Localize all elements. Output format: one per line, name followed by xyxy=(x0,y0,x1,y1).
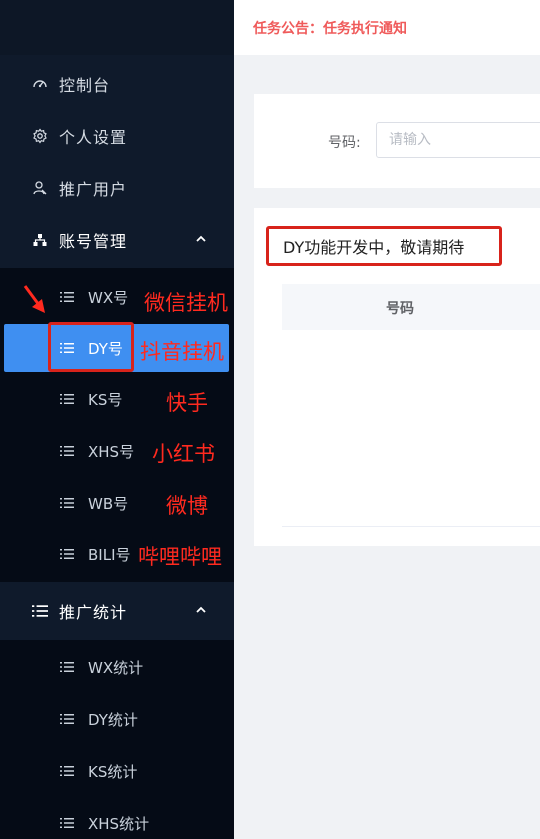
sidebar: 控制台 个人设置 推广用户 账号管理 WX号 DY号 KS号 XHS号 WB号 … xyxy=(0,0,234,839)
annotation-dy: 抖音挂机 xyxy=(140,340,224,364)
phone-number-input[interactable] xyxy=(376,122,540,158)
column-header-number[interactable]: 号码 xyxy=(386,298,414,318)
phone-number-label: 号码: xyxy=(328,135,361,151)
list-icon xyxy=(60,289,76,305)
table-divider xyxy=(282,526,540,527)
logo-area xyxy=(0,0,234,55)
list-icon xyxy=(60,763,76,779)
sidebar-item-label: WX号 xyxy=(88,288,129,307)
sidebar-item-wx-stats[interactable]: WX统计 xyxy=(0,643,234,691)
list-icon xyxy=(60,443,76,459)
org-chart-icon xyxy=(31,231,49,249)
chevron-up-icon xyxy=(196,606,206,613)
sidebar-item-dy-stats[interactable]: DY统计 xyxy=(0,695,234,743)
sidebar-item-label: WX统计 xyxy=(88,658,144,677)
announcement-text[interactable]: 任务公告：任务执行通知 xyxy=(253,18,407,38)
list-icon xyxy=(31,602,49,620)
dashboard-icon xyxy=(31,75,49,93)
sidebar-item-label: 个人设置 xyxy=(59,128,128,147)
sidebar-item-dashboard[interactable]: 控制台 xyxy=(0,58,234,110)
sidebar-item-label: XHS统计 xyxy=(88,814,150,833)
list-icon xyxy=(60,659,76,675)
sidebar-item-ks-stats[interactable]: KS统计 xyxy=(0,747,234,795)
sidebar-group-label: 推广统计 xyxy=(59,603,128,622)
sidebar-item-label: 推广用户 xyxy=(59,180,128,199)
red-arrow-icon xyxy=(23,285,45,313)
sidebar-item-label: 控制台 xyxy=(59,76,111,95)
annotation-wx: 微信挂机 xyxy=(144,291,228,315)
annotation-bili: 哔哩哔哩 xyxy=(138,545,222,569)
list-icon xyxy=(60,711,76,727)
list-icon xyxy=(60,815,76,831)
sidebar-item-label: KS统计 xyxy=(88,762,138,781)
sidebar-group-account-management[interactable]: 账号管理 xyxy=(0,214,234,266)
sidebar-item-promo-users[interactable]: 推广用户 xyxy=(0,162,234,214)
list-icon xyxy=(60,495,76,511)
search-panel: 号码: xyxy=(254,94,540,188)
sidebar-group-label: 账号管理 xyxy=(59,232,128,251)
annotation-wb: 微博 xyxy=(166,494,208,518)
sidebar-item-label: DY统计 xyxy=(88,710,138,729)
sidebar-item-label: BILI号 xyxy=(88,545,131,564)
sidebar-item-xhs-stats[interactable]: XHS统计 xyxy=(0,799,234,839)
table-header: 号码 xyxy=(282,284,540,330)
list-icon xyxy=(60,391,76,407)
annotation-xhs: 小红书 xyxy=(152,442,215,466)
annotation-ks: 快手 xyxy=(166,391,208,415)
table-panel: DY功能开发中，敬请期待 号码 xyxy=(254,208,540,546)
sidebar-item-settings[interactable]: 个人设置 xyxy=(0,110,234,162)
sidebar-item-label: KS号 xyxy=(88,390,123,409)
user-icon xyxy=(31,179,49,197)
sidebar-item-label: XHS号 xyxy=(88,442,135,461)
sidebar-group-promo-stats[interactable]: 推广统计 xyxy=(0,585,234,637)
dev-notice: DY功能开发中，敬请期待 xyxy=(266,226,502,266)
highlight-box-dy xyxy=(48,322,134,372)
chevron-up-icon xyxy=(196,235,206,242)
top-bar: 任务公告：任务执行通知 xyxy=(234,0,540,55)
gear-icon xyxy=(31,127,49,145)
sidebar-item-label: WB号 xyxy=(88,494,129,513)
list-icon xyxy=(60,546,76,562)
